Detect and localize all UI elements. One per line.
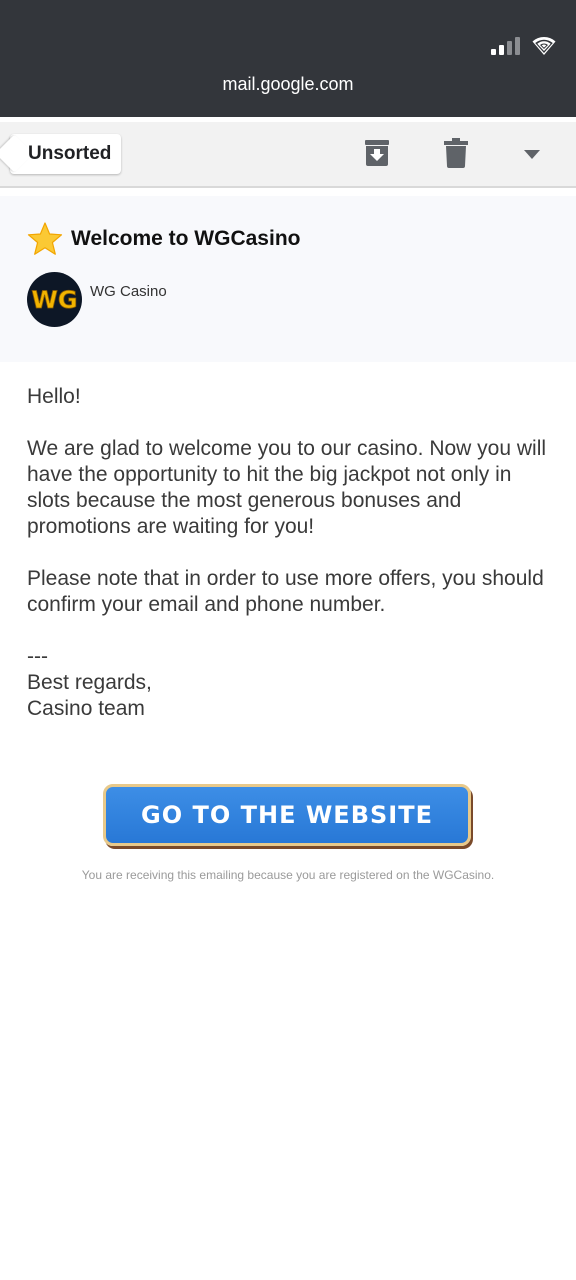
url-bar[interactable]: mail.google.com: [0, 74, 576, 95]
sender-name[interactable]: WG Casino: [90, 283, 167, 300]
signal-icon: [491, 37, 520, 55]
body-paragraph-2: Please note that in order to use more of…: [27, 567, 544, 616]
browser-top-bar: mail.google.com: [0, 0, 576, 117]
wg-logo-icon: WG: [31, 286, 78, 315]
back-button-label: Unsorted: [28, 143, 112, 164]
signoff: Best regards,: [27, 671, 152, 694]
body-paragraph-1: We are glad to welcome you to our casino…: [27, 437, 547, 538]
email-subject: Welcome to WGCasino: [71, 227, 301, 250]
avatar-text: WG: [31, 286, 77, 314]
sender-avatar[interactable]: WG: [27, 272, 82, 327]
star-icon: [27, 222, 63, 255]
footer-note: You are receiving this emailing because …: [81, 868, 495, 882]
wifi-icon: [532, 37, 556, 55]
status-icons: [491, 36, 556, 55]
mail-toolbar: Unsorted: [0, 122, 576, 188]
separator: ---: [27, 645, 48, 668]
chevron-down-icon[interactable]: [524, 150, 540, 159]
back-button[interactable]: Unsorted: [10, 134, 122, 174]
email-header: Welcome to WGCasino WG WG Casino: [0, 196, 576, 362]
archive-icon[interactable]: [363, 138, 391, 168]
subject-row: Welcome to WGCasino: [27, 222, 300, 256]
trash-icon[interactable]: [444, 138, 468, 168]
signature: Casino team: [27, 697, 145, 720]
email-body: Hello! We are glad to welcome you to our…: [27, 384, 552, 722]
go-to-website-button[interactable]: GO TO THE WEBSITE: [103, 784, 471, 846]
greeting: Hello!: [27, 385, 81, 408]
